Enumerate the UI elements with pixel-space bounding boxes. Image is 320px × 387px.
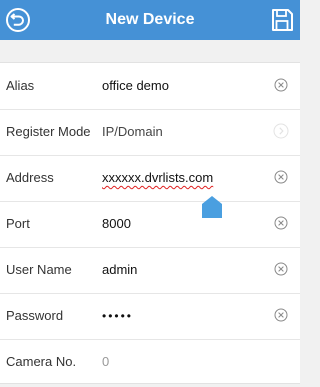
- camera-no-input[interactable]: 0: [102, 339, 109, 385]
- alias-input[interactable]: office demo: [102, 63, 169, 109]
- register-mode-value[interactable]: IP/Domain: [102, 109, 163, 155]
- address-label: Address: [6, 170, 54, 185]
- floppy-save-icon: [272, 9, 293, 31]
- chevron-right-icon[interactable]: [273, 123, 289, 139]
- clear-user-name-icon[interactable]: [274, 262, 288, 276]
- header-bar: New Device: [0, 0, 300, 40]
- port-input[interactable]: 8000: [102, 201, 131, 247]
- alias-label: Alias: [6, 78, 35, 93]
- port-label: Port: [6, 216, 30, 231]
- password-row: Password •••••: [0, 293, 300, 340]
- save-button[interactable]: [267, 5, 297, 35]
- clear-alias-icon[interactable]: [274, 78, 288, 92]
- address-input[interactable]: xxxxxx.dvrlists.com: [102, 155, 213, 201]
- alias-row: Alias office demo: [0, 63, 300, 110]
- page-title: New Device: [105, 11, 195, 28]
- password-input[interactable]: •••••: [102, 293, 133, 339]
- clear-address-icon[interactable]: [274, 170, 288, 184]
- register-mode-label: Register Mode: [6, 124, 91, 139]
- address-row: Address xxxxxx.dvrlists.com: [0, 155, 300, 202]
- register-mode-row[interactable]: Register Mode IP/Domain: [0, 109, 300, 156]
- user-name-row: User Name admin: [0, 247, 300, 294]
- user-name-label: User Name: [6, 262, 72, 277]
- camera-no-row: Camera No. 0: [0, 339, 300, 385]
- clear-password-icon[interactable]: [274, 308, 288, 322]
- port-row: Port 8000: [0, 201, 300, 248]
- text-cursor-handle-icon[interactable]: [202, 196, 222, 218]
- device-form: Alias office demo Register Mode IP/Domai…: [0, 62, 300, 384]
- password-label: Password: [6, 308, 64, 323]
- clear-port-icon[interactable]: [274, 216, 288, 230]
- camera-no-label: Camera No.: [6, 354, 77, 369]
- user-name-input[interactable]: admin: [102, 247, 137, 293]
